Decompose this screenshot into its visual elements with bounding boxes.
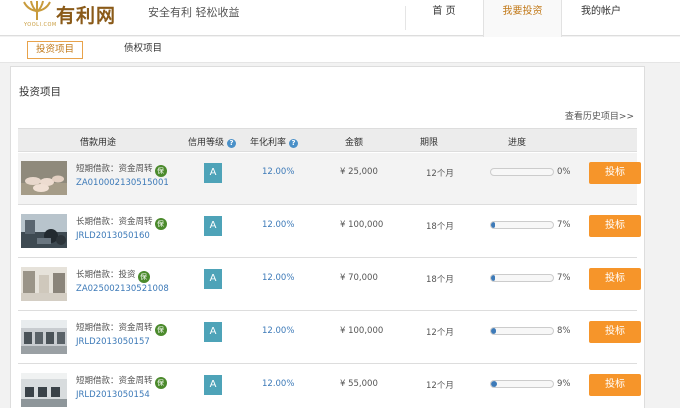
loan-term: 18个月: [426, 275, 454, 285]
bid-button[interactable]: 投标: [589, 321, 641, 343]
progress-fill: [491, 381, 497, 387]
progress-percent: 7%: [557, 273, 571, 283]
loan-code-link[interactable]: JRLD2013050160: [76, 231, 150, 241]
header-rate: 年化利率?: [250, 135, 299, 148]
annual-rate: 12.00%: [262, 326, 295, 336]
credit-grade-badge: A: [204, 216, 222, 236]
loan-amount: ¥ 100,000: [340, 220, 384, 230]
top-header: YOOLI.COM 有利网 安全有利 轻松收益 首 页 我要投资 我的帐户: [0, 0, 680, 37]
nav-home[interactable]: 首 页: [406, 0, 482, 36]
credit-grade-badge: A: [204, 163, 222, 183]
loan-purpose: 长期借款：投资保: [76, 268, 150, 283]
header-amount: 金额: [345, 138, 364, 148]
progress-bar: [490, 221, 554, 229]
credit-grade-badge: A: [204, 322, 222, 342]
loan-amount: ¥ 100,000: [340, 326, 384, 336]
bid-button[interactable]: 投标: [589, 374, 641, 396]
loan-photo[interactable]: [21, 320, 67, 354]
help-icon[interactable]: ?: [289, 139, 299, 148]
header-progress: 进度: [508, 138, 527, 148]
tab-invest-projects[interactable]: 投资项目: [27, 41, 83, 59]
guarantee-icon: 保: [154, 377, 167, 389]
site-slogan: 安全有利 轻松收益: [148, 6, 240, 19]
table-header: 借款用途 信用等级? 年化利率? 金额 期限 进度: [18, 128, 637, 152]
loan-purpose: 短期借款：资金周转保: [76, 162, 167, 177]
history-projects-link[interactable]: 查看历史项目>>: [565, 109, 634, 122]
loan-photo[interactable]: [21, 267, 67, 301]
tab-debt-projects[interactable]: 债权项目: [113, 41, 173, 59]
credit-grade-badge: A: [204, 375, 222, 395]
guarantee-icon: 保: [154, 165, 167, 177]
nav-my-account[interactable]: 我的帐户: [563, 0, 639, 36]
loan-code-link[interactable]: JRLD2013050157: [76, 337, 150, 347]
annual-rate: 12.00%: [262, 379, 295, 389]
loan-code-link[interactable]: ZA010002130515001: [76, 178, 169, 188]
help-icon[interactable]: ?: [227, 139, 237, 148]
loan-term: 12个月: [426, 169, 454, 179]
bid-button[interactable]: 投标: [589, 215, 641, 237]
loan-amount: ¥ 25,000: [340, 167, 378, 177]
progress-percent: 7%: [557, 220, 571, 230]
progress-percent: 9%: [557, 379, 571, 389]
annual-rate: 12.00%: [262, 220, 295, 230]
loan-photo[interactable]: [21, 161, 67, 195]
logo-subtext: YOOLI.COM: [24, 22, 57, 28]
progress-fill: [491, 222, 496, 228]
sub-tab-bar: 投资项目 债权项目: [0, 37, 680, 63]
loan-term: 12个月: [426, 381, 454, 391]
loan-code-link[interactable]: JRLD2013050154: [76, 390, 150, 400]
progress-bar: [490, 327, 554, 335]
progress-bar: [490, 380, 554, 388]
guarantee-icon: 保: [154, 218, 167, 230]
guarantee-icon: 保: [154, 324, 167, 336]
loan-purpose: 长期借款：资金周转保: [76, 215, 167, 230]
loan-photo[interactable]: [21, 214, 67, 248]
loan-code-link[interactable]: ZA025002130521008: [76, 284, 169, 294]
table-row: 长期借款：资金周转保 JRLD2013050160 A 12.00% ¥ 100…: [18, 206, 641, 258]
header-purpose: 借款用途: [80, 138, 117, 148]
nav-divider: [405, 6, 406, 30]
bid-button[interactable]: 投标: [589, 268, 641, 290]
loan-term: 12个月: [426, 328, 454, 338]
table-row: 短期借款：资金周转保 ZA010002130515001 A 12.00% ¥ …: [18, 153, 641, 205]
loan-amount: ¥ 70,000: [340, 273, 378, 283]
logo-name: 有利网: [56, 5, 117, 27]
header-grade: 信用等级?: [188, 135, 237, 148]
header-term: 期限: [420, 138, 439, 148]
site-logo[interactable]: YOOLI.COM 有利网: [22, 0, 140, 32]
loan-amount: ¥ 55,000: [340, 379, 378, 389]
nav-invest[interactable]: 我要投资: [483, 0, 562, 37]
credit-grade-badge: A: [204, 269, 222, 289]
projects-panel: 投资项目 查看历史项目>> 借款用途 信用等级? 年化利率? 金额 期限 进度 …: [10, 66, 645, 408]
loan-purpose: 短期借款：资金周转保: [76, 321, 167, 336]
loan-photo[interactable]: [21, 373, 67, 407]
table-row: 短期借款：资金周转保 JRLD2013050157 A 12.00% ¥ 100…: [18, 312, 641, 364]
progress-bar: [490, 168, 554, 176]
loan-purpose: 短期借款：资金周转保: [76, 374, 167, 389]
panel-title: 投资项目: [19, 86, 61, 98]
table-row: 长期借款：投资保 ZA025002130521008 A 12.00% ¥ 70…: [18, 259, 641, 311]
progress-bar: [490, 274, 554, 282]
progress-fill: [491, 275, 496, 281]
progress-percent: 8%: [557, 326, 571, 336]
loan-term: 18个月: [426, 222, 454, 232]
annual-rate: 12.00%: [262, 273, 295, 283]
guarantee-icon: 保: [137, 271, 150, 283]
table-row: 短期借款：资金周转保 JRLD2013050154 A 12.00% ¥ 55,…: [18, 365, 641, 408]
progress-percent: 0%: [557, 167, 571, 177]
progress-fill: [491, 328, 496, 334]
tree-logo-icon: [23, 0, 51, 20]
annual-rate: 12.00%: [262, 167, 295, 177]
bid-button[interactable]: 投标: [589, 162, 641, 184]
